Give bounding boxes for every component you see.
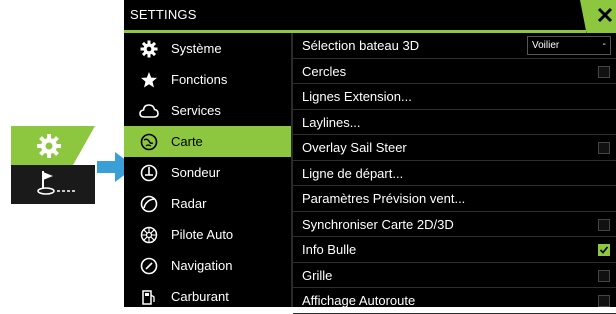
menu-item-label: Carburant [171,289,229,304]
setting-row-sync-2d-3d[interactable]: Synchroniser Carte 2D/3D [293,212,616,237]
setting-row-prevision-vent[interactable]: Paramètres Prévision vent... [293,186,616,212]
menu-item-sondeur[interactable]: Sondeur [124,157,291,188]
overlay-sail-steer-checkbox[interactable] [598,142,610,154]
boat-type-dropdown[interactable]: Voilier - [527,36,611,55]
menu-item-carte[interactable]: Carte [124,126,291,157]
setting-row-ligne-depart[interactable]: Ligne de départ... [293,161,616,186]
dropdown-value: Voilier [532,40,560,51]
affichage-autoroute-checkbox[interactable] [598,295,610,307]
setting-label: Cercles [302,63,347,79]
grille-checkbox[interactable] [598,269,610,282]
settings-list: Sélection bateau 3D Voilier - Cercles Li… [293,33,616,314]
cercles-checkbox[interactable] [598,65,610,78]
setting-row-laylines[interactable]: Laylines... [293,110,616,135]
setting-label: Overlay Sail Steer [302,140,407,155]
setting-row-affichage-autoroute[interactable]: Affichage Autoroute [293,288,616,314]
menu-item-services[interactable]: Services [124,95,291,126]
menu-item-systeme[interactable]: Système [124,33,291,64]
menu-item-label: Système [171,41,222,56]
radar-icon [139,194,159,214]
settings-menu: Système Fonctions Services Carte Sondeur [124,33,291,307]
setting-row-grille[interactable]: Grille [293,263,616,288]
gear-icon [139,39,159,59]
gear-icon [37,134,61,158]
setting-row-info-bulle[interactable]: Info Bulle [293,237,616,263]
setting-label: Laylines... [302,114,361,130]
close-icon[interactable] [596,4,614,26]
setting-label: Sélection bateau 3D [302,38,420,53]
info-bulle-checkbox[interactable] [598,244,610,256]
setting-label: Info Bulle [302,242,357,257]
setting-row-overlay-sail-steer[interactable]: Overlay Sail Steer [293,135,616,161]
star-icon [139,70,159,90]
autopilot-icon [139,225,159,245]
menu-item-label: Pilote Auto [171,227,234,242]
setting-row-boat-3d[interactable]: Sélection bateau 3D Voilier - [293,33,616,59]
menu-item-label: Sondeur [171,165,221,180]
sonar-icon [139,163,159,183]
setting-label: Ligne de départ... [302,165,404,181]
cloud-icon [139,101,159,121]
chart-plotter-icon [37,171,77,195]
setting-label: Affichage Autoroute [302,293,416,308]
menu-item-navigation[interactable]: Navigation [124,250,291,281]
settings-window: SETTINGS Système Fonctions Services Cart… [124,0,616,314]
menu-item-label: Carte [171,134,203,149]
menu-item-label: Fonctions [171,72,228,87]
navigation-icon [139,256,159,276]
title-bar: SETTINGS [124,0,616,31]
setting-label: Synchroniser Carte 2D/3D [302,216,454,232]
menu-item-label: Services [171,103,221,118]
setting-label: Paramètres Prévision vent... [302,191,466,206]
menu-item-pilote-auto[interactable]: Pilote Auto [124,219,291,250]
window-title: SETTINGS [130,7,197,22]
chart-settings-tile[interactable] [11,126,95,204]
tile-bottom [11,165,95,204]
menu-item-fonctions[interactable]: Fonctions [124,64,291,95]
setting-label: Grille [302,267,333,283]
dropdown-arrow-icon: - [602,39,606,50]
menu-item-label: Navigation [171,258,233,273]
setting-row-lignes-extension[interactable]: Lignes Extension... [293,84,616,110]
checkmark-icon [599,246,609,254]
setting-row-cercles[interactable]: Cercles [293,59,616,84]
menu-item-carburant[interactable]: Carburant [124,281,291,312]
setting-label: Lignes Extension... [302,89,412,104]
chart-icon [139,132,159,152]
sync-2d-3d-checkbox[interactable] [598,218,610,231]
menu-item-label: Radar [171,196,207,211]
menu-item-radar[interactable]: Radar [124,188,291,219]
fuel-icon [139,287,159,307]
